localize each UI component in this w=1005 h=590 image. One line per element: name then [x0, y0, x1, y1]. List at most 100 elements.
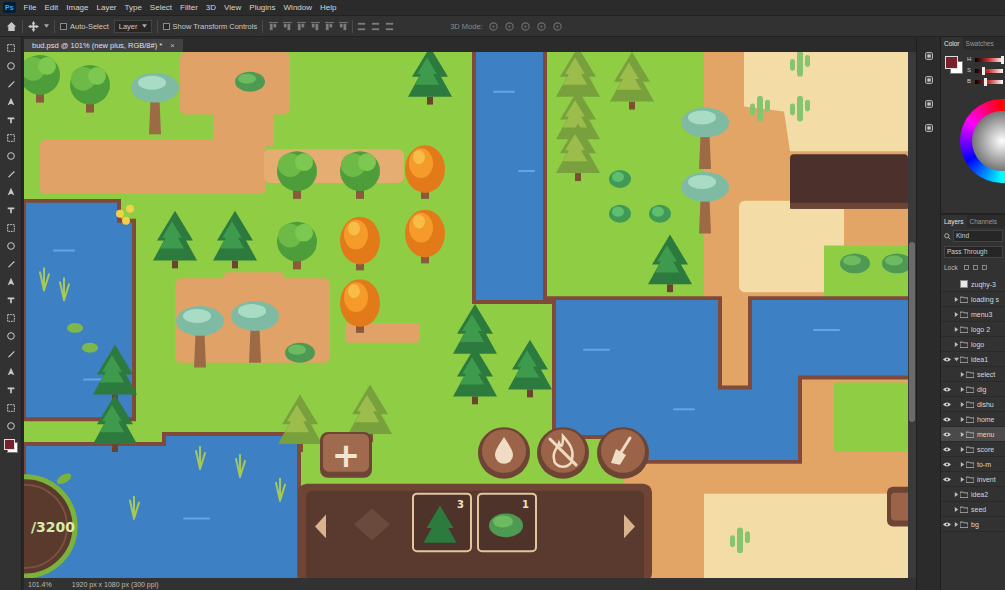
document-tab[interactable]: bud.psd @ 101% (new plus, RGB/8#) *× [24, 39, 183, 52]
tool-icon[interactable] [6, 133, 16, 143]
menu-item[interactable]: 3D [206, 3, 216, 12]
tool-icon[interactable] [6, 367, 16, 377]
expand-arrow-icon[interactable] [960, 477, 965, 482]
menu-item[interactable]: Select [150, 3, 172, 12]
tool-icon[interactable] [6, 313, 16, 323]
scroll-thumb[interactable] [909, 242, 915, 422]
menu-item[interactable]: Edit [44, 3, 58, 12]
3d-mode-icon[interactable] [488, 21, 499, 32]
align-icon[interactable] [338, 21, 349, 32]
next-arrow-icon[interactable] [624, 514, 635, 538]
menu-item[interactable]: View [224, 3, 241, 12]
side-button[interactable] [887, 487, 908, 527]
panel-icon[interactable] [924, 99, 934, 109]
no-fire-button[interactable] [537, 427, 589, 479]
layer-row[interactable]: idea1 [941, 352, 1005, 367]
caret-icon[interactable] [44, 24, 49, 28]
menu-item[interactable]: Layer [96, 3, 116, 12]
align-icon[interactable] [282, 21, 293, 32]
expand-arrow-icon[interactable] [960, 387, 965, 392]
expand-arrow-icon[interactable] [960, 417, 965, 422]
distribute-icon[interactable] [384, 21, 395, 32]
shovel-button[interactable] [597, 427, 649, 479]
tool-icon[interactable] [6, 259, 16, 269]
tool-icon[interactable] [6, 61, 16, 71]
visibility-toggle[interactable] [941, 447, 952, 452]
expand-arrow-icon[interactable] [954, 522, 959, 527]
align-icon[interactable] [324, 21, 335, 32]
expand-arrow-icon[interactable] [960, 462, 965, 467]
color-swatches[interactable] [4, 439, 18, 453]
tool-icon[interactable] [6, 403, 16, 413]
layer-filter[interactable]: Kind [941, 228, 1005, 244]
slider-track[interactable] [975, 80, 1003, 84]
color-slider[interactable]: S [967, 67, 1003, 74]
layer-row[interactable]: logo 2 [941, 322, 1005, 337]
visibility-toggle[interactable] [941, 402, 952, 407]
expand-arrow-icon[interactable] [960, 402, 965, 407]
slider-track[interactable] [975, 69, 1003, 73]
tool-icon[interactable] [6, 187, 16, 197]
layer-row[interactable]: idea2 [941, 487, 1005, 502]
expand-arrow-icon[interactable] [954, 357, 959, 362]
vertical-scrollbar[interactable] [908, 52, 916, 578]
previous-arrow-icon[interactable] [315, 514, 326, 538]
menu-item[interactable]: Help [320, 3, 336, 12]
close-button[interactable]: × [170, 41, 174, 50]
slider-knob[interactable] [984, 78, 987, 86]
layer-row[interactable]: dishu [941, 397, 1005, 412]
3d-mode-icon[interactable] [504, 21, 515, 32]
layer-row[interactable]: select [941, 367, 1005, 382]
slider-knob[interactable] [1001, 56, 1004, 64]
inventory-slot[interactable]: 1 [478, 494, 536, 552]
align-icon[interactable] [296, 21, 307, 32]
visibility-toggle[interactable] [941, 522, 952, 527]
panel-icon[interactable] [924, 75, 934, 85]
visibility-toggle[interactable] [941, 477, 952, 482]
align-icon[interactable] [268, 21, 279, 32]
panel-tab[interactable]: Layers [941, 215, 967, 228]
tool-icon[interactable] [6, 43, 16, 53]
inventory-slot[interactable]: 3 [413, 494, 471, 552]
layer-row[interactable]: menu [941, 427, 1005, 442]
water-button[interactable] [478, 427, 530, 479]
tool-icon[interactable] [6, 169, 16, 179]
filter-field[interactable]: Kind [953, 230, 1003, 242]
layer-row[interactable]: dig [941, 382, 1005, 397]
color-slider[interactable]: B [967, 78, 1003, 85]
layer-row[interactable]: logo [941, 337, 1005, 352]
visibility-toggle[interactable] [941, 417, 952, 422]
app-logo[interactable]: Ps [3, 2, 16, 13]
lock-option-icon[interactable] [981, 264, 988, 271]
visibility-toggle[interactable] [941, 387, 952, 392]
add-button[interactable]: + [320, 432, 372, 478]
panel-icon[interactable] [924, 51, 934, 61]
move-tool-icon[interactable] [28, 21, 39, 32]
home-icon[interactable] [6, 21, 17, 32]
tool-icon[interactable] [6, 151, 16, 161]
foreground-swatch[interactable] [945, 56, 958, 69]
blend-mode-field[interactable]: Pass Through [944, 246, 1003, 258]
blend-mode-dropdown[interactable]: Pass Through [941, 244, 1005, 260]
slider-knob[interactable] [982, 67, 985, 75]
expand-arrow-icon[interactable] [960, 447, 965, 452]
expand-arrow-icon[interactable] [954, 342, 959, 347]
visibility-toggle[interactable] [941, 432, 952, 437]
layer-row[interactable]: home [941, 412, 1005, 427]
tool-icon[interactable] [6, 205, 16, 215]
tool-icon[interactable] [6, 331, 16, 341]
target-dropdown[interactable]: Layer [114, 20, 152, 33]
checkbox[interactable] [60, 23, 67, 30]
panel-tab[interactable]: Swatches [963, 37, 997, 50]
transform-controls-option[interactable]: Show Transform Controls [163, 22, 258, 31]
layer-row[interactable]: loading s [941, 292, 1005, 307]
panel-tab[interactable]: Channels [967, 215, 1000, 228]
menu-item[interactable]: Window [284, 3, 312, 12]
tool-icon[interactable] [6, 349, 16, 359]
distribute-icon[interactable] [356, 21, 367, 32]
menu-item[interactable]: Plugins [249, 3, 275, 12]
layer-row[interactable]: seed [941, 502, 1005, 517]
auto-select-option[interactable]: Auto-Select [60, 22, 109, 31]
expand-arrow-icon[interactable] [954, 327, 959, 332]
panel-icon[interactable] [924, 123, 934, 133]
